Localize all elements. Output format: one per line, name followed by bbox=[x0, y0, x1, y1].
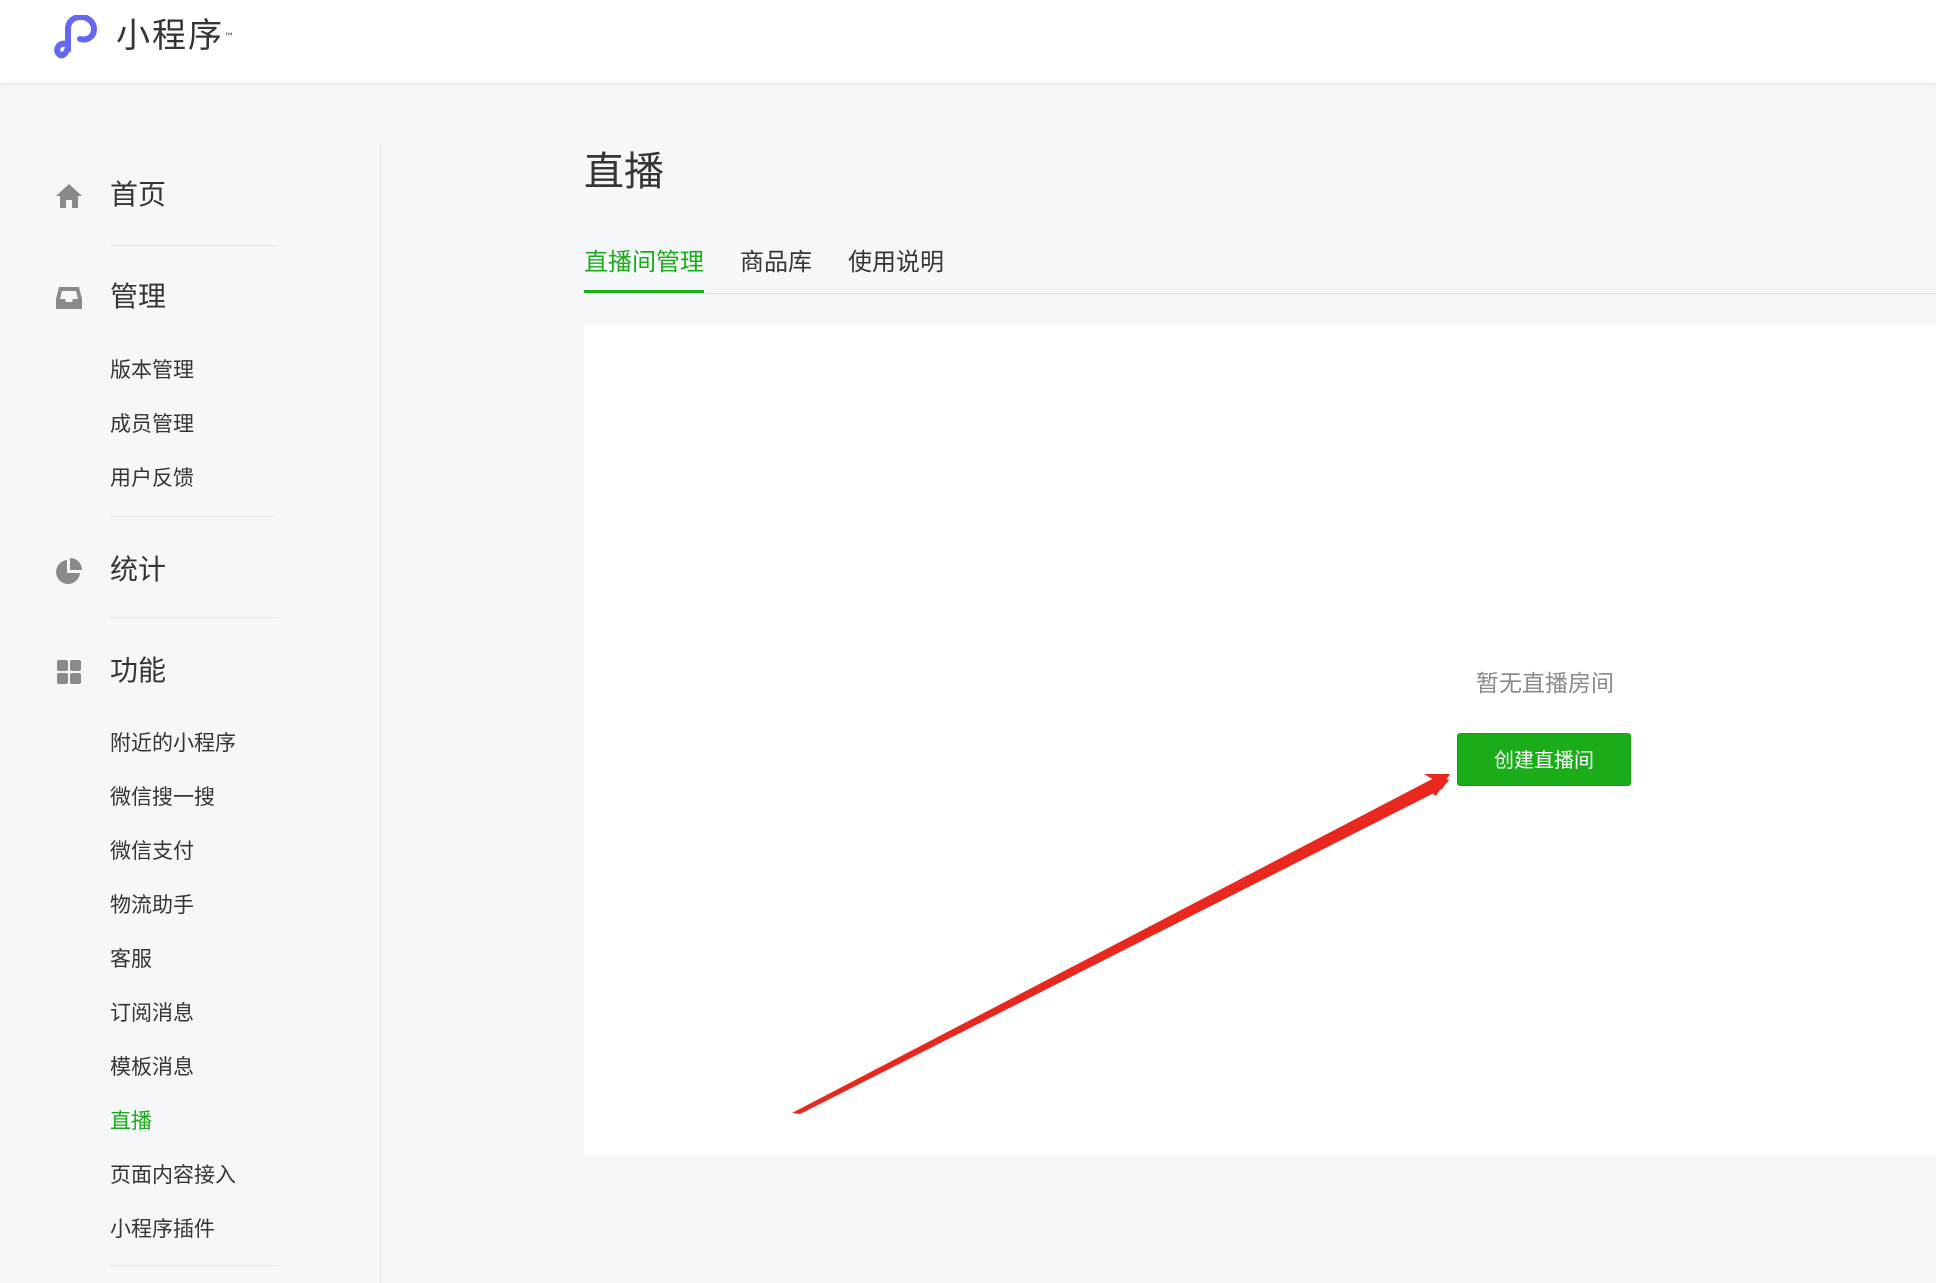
app-logo-text[interactable]: 小程序™ bbox=[116, 16, 234, 56]
sidebar-item-plugins[interactable]: 小程序插件 bbox=[110, 1214, 215, 1244]
sidebar-item-stats[interactable]: 统计 bbox=[0, 550, 380, 590]
tab-live-room-management[interactable]: 直播间管理 bbox=[584, 244, 704, 280]
sidebar-item-live[interactable]: 直播 bbox=[110, 1106, 152, 1136]
sidebar-item-home[interactable]: 首页 bbox=[0, 175, 380, 215]
active-tab-indicator bbox=[584, 290, 704, 293]
tab-product-library[interactable]: 商品库 bbox=[740, 244, 812, 280]
logo-trademark: ™ bbox=[224, 32, 234, 43]
sidebar-divider bbox=[380, 143, 381, 1283]
divider bbox=[110, 516, 275, 517]
sidebar-item-template-messages[interactable]: 模板消息 bbox=[110, 1052, 194, 1082]
logo-name: 小程序 bbox=[116, 16, 224, 56]
sidebar-item-version-management[interactable]: 版本管理 bbox=[110, 355, 194, 385]
mini-program-logo-icon[interactable] bbox=[54, 15, 102, 59]
sidebar-item-features[interactable]: 功能 bbox=[0, 651, 380, 691]
page-title: 直播 bbox=[584, 149, 664, 195]
empty-state-text: 暂无直播房间 bbox=[1476, 671, 1614, 697]
grid-icon bbox=[57, 660, 81, 684]
sidebar-item-user-feedback[interactable]: 用户反馈 bbox=[110, 463, 194, 493]
tab-bar: 直播间管理 商品库 使用说明 bbox=[584, 244, 1936, 294]
sidebar-item-label: 管理 bbox=[110, 280, 167, 313]
sidebar-item-subscription-messages[interactable]: 订阅消息 bbox=[110, 998, 194, 1028]
divider bbox=[110, 1265, 275, 1266]
home-icon bbox=[56, 184, 82, 208]
sidebar-item-label: 统计 bbox=[110, 553, 167, 586]
tab-usage-instructions[interactable]: 使用说明 bbox=[848, 244, 944, 280]
sidebar-item-page-content-access[interactable]: 页面内容接入 bbox=[110, 1160, 236, 1190]
divider bbox=[110, 617, 275, 618]
sidebar-item-logistics-assistant[interactable]: 物流助手 bbox=[110, 890, 194, 920]
top-header: 小程序™ bbox=[0, 0, 1936, 84]
sidebar-item-manage[interactable]: 管理 bbox=[0, 277, 380, 317]
sidebar-item-label: 首页 bbox=[110, 178, 167, 211]
sidebar-item-label: 功能 bbox=[110, 654, 167, 687]
sidebar-item-wechat-search[interactable]: 微信搜一搜 bbox=[110, 782, 215, 812]
pie-chart-icon bbox=[56, 558, 82, 584]
create-live-room-button[interactable]: 创建直播间 bbox=[1457, 733, 1631, 786]
tab-divider bbox=[584, 293, 1936, 294]
sidebar-item-wechat-pay[interactable]: 微信支付 bbox=[110, 836, 194, 866]
inbox-icon bbox=[56, 287, 82, 309]
live-room-panel bbox=[584, 325, 1936, 1155]
sidebar-item-member-management[interactable]: 成员管理 bbox=[110, 409, 194, 439]
divider bbox=[110, 245, 275, 246]
sidebar-item-nearby-mini-programs[interactable]: 附近的小程序 bbox=[110, 728, 236, 758]
sidebar-item-customer-service[interactable]: 客服 bbox=[110, 944, 152, 974]
